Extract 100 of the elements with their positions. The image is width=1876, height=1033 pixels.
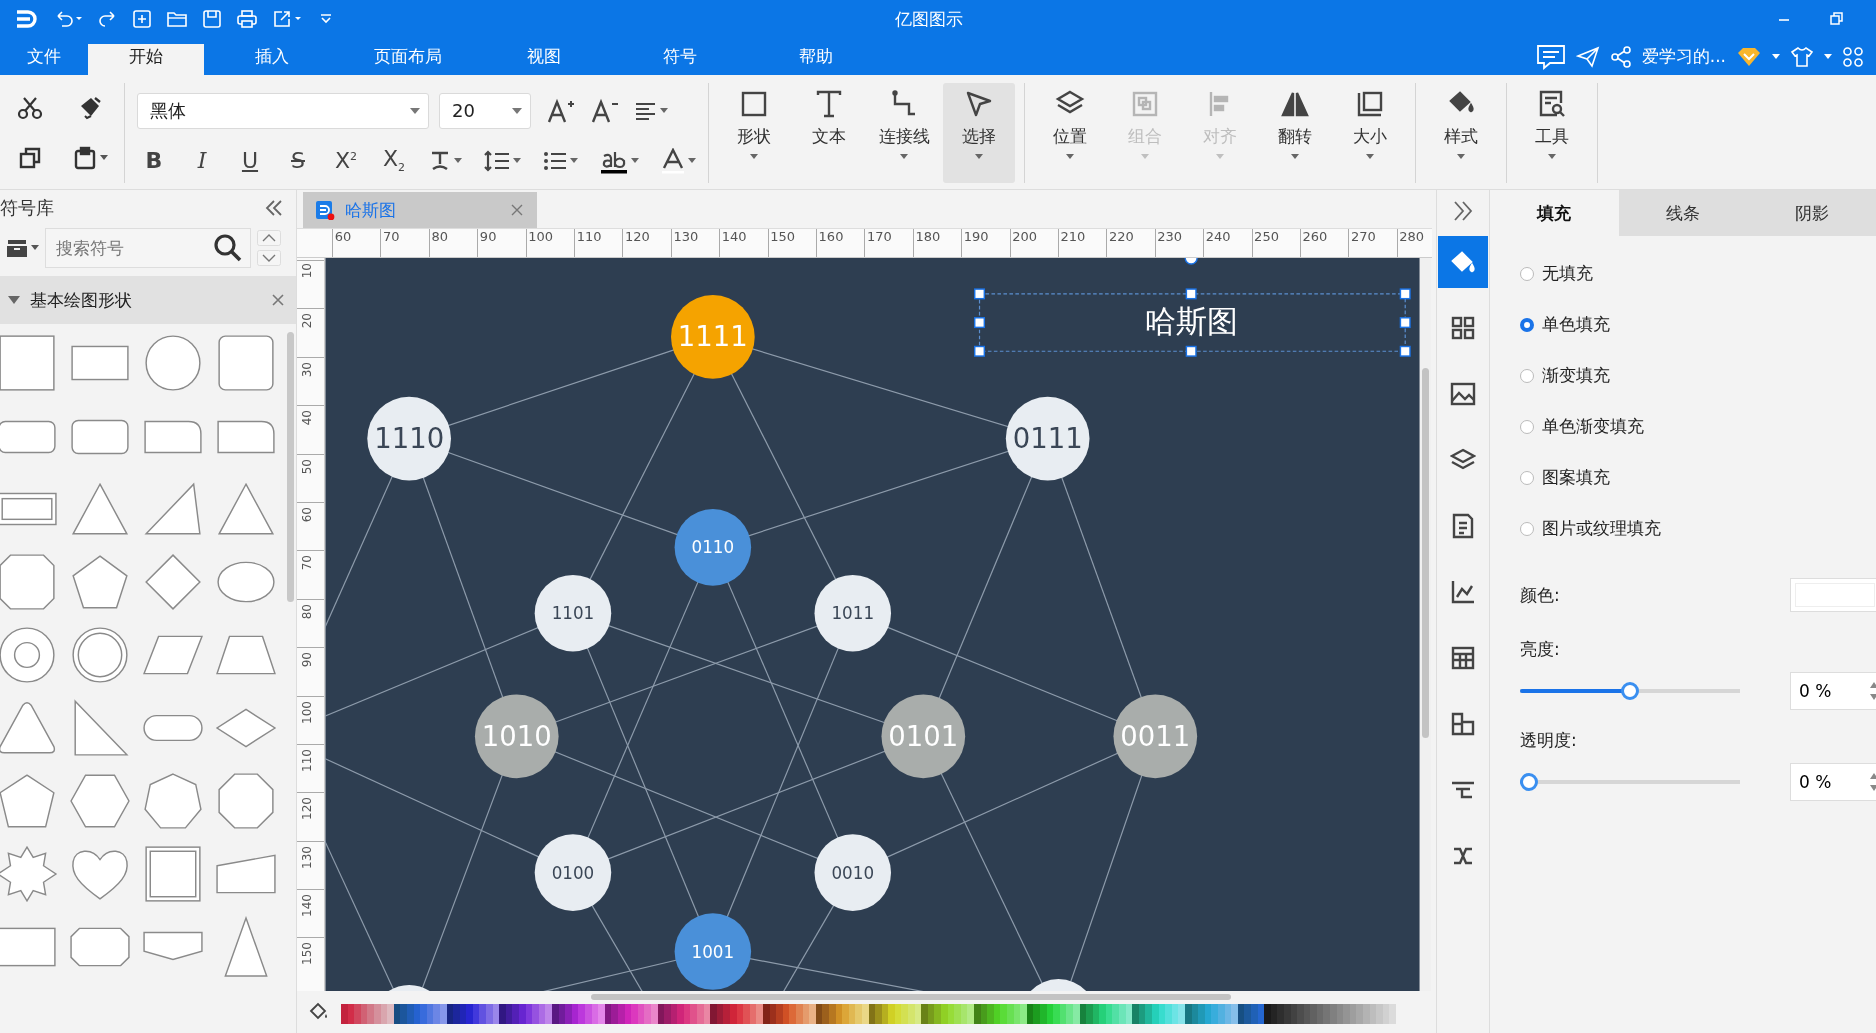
caret-icon[interactable] xyxy=(975,154,983,160)
close-icon[interactable] xyxy=(272,294,284,306)
radio-label[interactable]: 无填充 xyxy=(1542,262,1593,285)
vip-diamond-icon[interactable] xyxy=(1736,45,1762,68)
font-family-dropdown[interactable]: 黑体 xyxy=(137,92,429,129)
bullet-list-icon[interactable] xyxy=(543,150,567,171)
node-circle[interactable] xyxy=(534,574,612,652)
resize-handle[interactable] xyxy=(974,345,985,357)
radio-label[interactable]: 图片或纹理填充 xyxy=(1542,517,1661,540)
caret-icon[interactable] xyxy=(660,107,668,114)
caret-icon[interactable] xyxy=(1066,154,1074,160)
radio-button[interactable] xyxy=(1520,521,1534,536)
radio-button[interactable] xyxy=(1520,266,1534,281)
ribbon-tool-button[interactable]: 位置 xyxy=(1034,83,1106,183)
color-picker[interactable] xyxy=(1790,578,1876,612)
caret-icon[interactable] xyxy=(1457,154,1465,160)
library-icon[interactable] xyxy=(6,238,28,258)
node-circle[interactable] xyxy=(814,834,892,911)
radio-label[interactable]: 图案填充 xyxy=(1542,466,1610,489)
property-tab[interactable]: 线条 xyxy=(1618,190,1748,236)
caret-icon[interactable] xyxy=(99,155,108,161)
octagon-shape-icon[interactable] xyxy=(0,551,58,613)
expand-icon[interactable] xyxy=(1452,200,1474,222)
line-spacing-icon[interactable] xyxy=(484,149,510,172)
menu-tab[interactable]: 页面布局 xyxy=(340,44,476,75)
radio-label[interactable]: 单色渐变填充 xyxy=(1542,415,1644,438)
comment-icon[interactable] xyxy=(1535,43,1566,70)
color-palette[interactable] xyxy=(341,1004,1396,1024)
ribbon-tool-button[interactable]: 连接线 xyxy=(868,83,940,183)
format-button[interactable]: X$_{2}$ xyxy=(381,147,407,174)
node-circle[interactable] xyxy=(474,694,559,779)
caret-icon[interactable] xyxy=(1824,53,1832,60)
paste-icon[interactable] xyxy=(72,146,97,170)
undo-icon[interactable] xyxy=(54,9,84,29)
menu-tab[interactable]: 符号 xyxy=(612,44,748,75)
node-circle[interactable] xyxy=(674,509,752,586)
caret-icon[interactable] xyxy=(1366,154,1374,160)
caret-icon[interactable] xyxy=(631,157,639,164)
radio-label[interactable]: 单色填充 xyxy=(1542,313,1610,336)
node-circle[interactable] xyxy=(881,694,966,779)
caret-icon[interactable] xyxy=(1291,154,1299,160)
decrease-font-icon[interactable] xyxy=(591,97,619,124)
caret-icon[interactable] xyxy=(31,245,39,251)
resize-handle[interactable] xyxy=(1185,288,1197,300)
expand-caret-icon[interactable] xyxy=(8,295,20,305)
font-size-dropdown[interactable]: 20 xyxy=(439,92,531,129)
ribbon-tool-button[interactable]: 大小 xyxy=(1334,83,1406,183)
ribbon-tool-button[interactable]: 形状 xyxy=(718,83,790,183)
redo-icon[interactable] xyxy=(98,9,118,29)
node-circle[interactable] xyxy=(1005,396,1090,481)
new-page-icon[interactable] xyxy=(132,9,152,29)
save-icon[interactable] xyxy=(202,9,222,29)
diagram-title[interactable]: 哈斯图 xyxy=(1144,303,1238,340)
property-tab[interactable]: 阴影 xyxy=(1747,190,1876,236)
slider-thumb[interactable] xyxy=(1520,773,1538,791)
format-button[interactable]: I xyxy=(189,149,215,172)
slider-thumb[interactable] xyxy=(1621,682,1639,700)
resize-handle[interactable] xyxy=(1185,345,1197,357)
menu-tab[interactable]: 插入 xyxy=(204,44,340,75)
close-icon[interactable] xyxy=(511,204,523,216)
search-icon[interactable] xyxy=(213,233,243,263)
radio-label[interactable]: 渐变填充 xyxy=(1542,364,1610,387)
scrollbar[interactable] xyxy=(287,332,294,602)
radio-button[interactable] xyxy=(1520,419,1534,434)
ribbon-tool-button[interactable]: 工具 xyxy=(1516,83,1588,183)
double-circle-shape-icon[interactable] xyxy=(69,624,131,686)
ribbon-tool-button[interactable]: 文本 xyxy=(793,83,865,183)
ring-shape-icon[interactable] xyxy=(0,624,58,686)
search-field[interactable]: 搜索符号 xyxy=(45,228,251,268)
menu-tab[interactable]: 开始 xyxy=(88,44,204,75)
caret-icon[interactable] xyxy=(1548,154,1556,160)
square-shape-icon[interactable] xyxy=(0,332,58,394)
format-button[interactable]: U xyxy=(237,149,263,172)
scrollbar[interactable] xyxy=(591,994,1231,1000)
export-icon[interactable] xyxy=(272,9,304,29)
format-button[interactable]: S xyxy=(285,149,311,172)
folder-icon[interactable] xyxy=(166,9,188,29)
scroll-down-icon[interactable] xyxy=(257,250,281,266)
menu-tab[interactable]: 帮助 xyxy=(748,44,884,75)
app-logo-icon[interactable] xyxy=(14,8,40,30)
spin-field[interactable]: 0 % xyxy=(1790,672,1876,710)
rotate-handle[interactable] xyxy=(1184,258,1198,265)
radio-button[interactable] xyxy=(1520,470,1534,485)
node-circle[interactable] xyxy=(674,913,752,990)
rounded-square-shape-icon[interactable] xyxy=(215,332,277,394)
collapse-icon[interactable] xyxy=(264,199,284,217)
section-header[interactable]: 基本绘图形状 xyxy=(0,276,296,324)
node-circle[interactable] xyxy=(1113,694,1198,779)
text-style-icon[interactable] xyxy=(429,149,451,172)
caret-icon[interactable] xyxy=(570,157,578,164)
print-icon[interactable] xyxy=(236,9,258,29)
scroll-up-icon[interactable] xyxy=(257,230,281,246)
format-button[interactable]: B xyxy=(141,149,167,172)
ribbon-tool-button[interactable]: 选择 xyxy=(943,83,1015,183)
text-align-icon[interactable] xyxy=(635,101,657,120)
shirt-icon[interactable] xyxy=(1790,45,1814,68)
node-circle[interactable] xyxy=(671,295,755,379)
send-icon[interactable] xyxy=(1575,45,1600,68)
scissors-icon[interactable] xyxy=(17,96,43,120)
resize-handle[interactable] xyxy=(1399,345,1411,357)
